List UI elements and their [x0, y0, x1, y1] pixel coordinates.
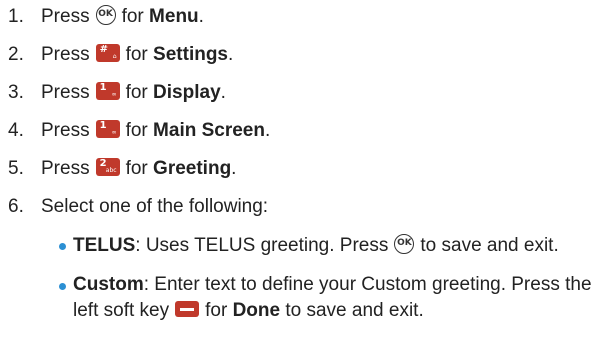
option-name: Custom: [73, 274, 144, 295]
settings-label: Settings: [153, 44, 228, 65]
two-key-icon: 2 abc: [95, 157, 120, 176]
hash-key-icon: # ⌂: [95, 43, 120, 62]
step-text: Press: [41, 158, 90, 179]
step-text: for: [125, 120, 148, 141]
step-text: Press: [41, 120, 90, 141]
step-number: 6.: [8, 196, 24, 217]
step-text: for: [125, 44, 148, 65]
step-1: 1. Press OK for Menu.: [0, 2, 600, 32]
step-4: 4. Press 1 ∞ for Main Screen.: [0, 116, 600, 146]
option-telus: TELUS: Uses TELUS greeting. Press OK to sa…: [73, 233, 559, 256]
ok-icon: OK: [394, 233, 415, 254]
option-custom: Custom: Enter text to define your Custom…: [73, 274, 592, 321]
one-key-icon: 1 ∞: [95, 119, 120, 138]
step-text: for: [125, 82, 148, 103]
one-key-icon: 1 ∞: [95, 81, 120, 100]
step-number: 3.: [8, 82, 24, 103]
step-text: Press: [41, 82, 90, 103]
step-3: 3. Press 1 ∞ for Display.: [0, 78, 600, 108]
ok-icon: OK: [95, 4, 116, 25]
bullet-icon: [59, 243, 66, 250]
greeting-label: Greeting: [153, 158, 232, 179]
step-6: 6. Select one of the following:: [0, 192, 600, 222]
main-screen-label: Main Screen: [153, 120, 265, 141]
left-soft-key-icon: [175, 300, 200, 317]
menu-label: Menu: [149, 6, 199, 27]
step-text: Press: [41, 44, 90, 65]
step-number: 4.: [8, 120, 24, 141]
step-text: for: [125, 158, 148, 179]
instruction-page: 1. Press OK for Menu. 2. Press # ⌂ for Settin…: [0, 0, 600, 355]
step-number: 5.: [8, 158, 24, 179]
step-5: 5. Press 2 abc for Greeting.: [0, 154, 600, 184]
step-number: 1.: [8, 6, 24, 27]
step-text: Press: [41, 6, 90, 27]
done-label: Done: [232, 300, 281, 321]
step-2: 2. Press # ⌂ for Settings.: [0, 40, 600, 70]
display-label: Display: [153, 82, 221, 103]
bullet-icon: [59, 283, 66, 290]
step-text: for: [121, 6, 144, 27]
step-number: 2.: [8, 44, 24, 65]
step-text: Select one of the following:: [41, 196, 269, 217]
option-name: TELUS: [73, 235, 136, 256]
